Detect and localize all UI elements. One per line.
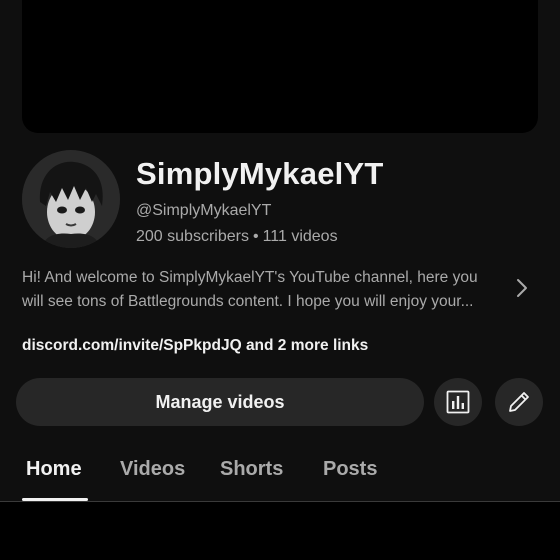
edit-channel-button[interactable] <box>495 378 543 426</box>
subscriber-count: 200 subscribers <box>136 228 249 245</box>
analytics-icon <box>446 390 470 414</box>
active-tab-indicator <box>22 498 88 501</box>
pencil-icon <box>509 392 529 412</box>
description-line-1: Hi! And welcome to SimplyMykaelYT's YouT… <box>22 269 478 286</box>
channel-tabs: Home Videos Shorts Posts <box>0 440 560 502</box>
description-line-2: will see tons of Battlegrounds content. … <box>22 293 474 310</box>
channel-handle: @SimplyMykaelYT <box>136 202 272 219</box>
avatar[interactable] <box>22 150 120 248</box>
tab-shorts[interactable]: Shorts <box>220 458 283 481</box>
channel-page: SimplyMykaelYT @SimplyMykaelYT 200 subsc… <box>0 0 560 502</box>
channel-name: SimplyMykaelYT <box>136 156 384 191</box>
channel-stats: 200 subscribers • 111 videos <box>136 228 338 246</box>
channel-links[interactable]: discord.com/invite/SpPkpdJQ and 2 more l… <box>22 337 368 355</box>
channel-description[interactable]: Hi! And welcome to SimplyMykaelYT's YouT… <box>22 266 504 314</box>
analytics-button[interactable] <box>434 378 482 426</box>
manage-videos-button[interactable]: Manage videos <box>16 378 424 426</box>
tab-videos[interactable]: Videos <box>120 458 185 481</box>
stats-separator: • <box>252 228 259 245</box>
channel-banner[interactable] <box>22 0 538 133</box>
video-count: 111 videos <box>262 228 338 245</box>
chevron-right-icon[interactable] <box>510 276 534 300</box>
tab-posts[interactable]: Posts <box>323 458 377 481</box>
avatar-image <box>22 150 120 248</box>
tab-home[interactable]: Home <box>26 458 82 481</box>
